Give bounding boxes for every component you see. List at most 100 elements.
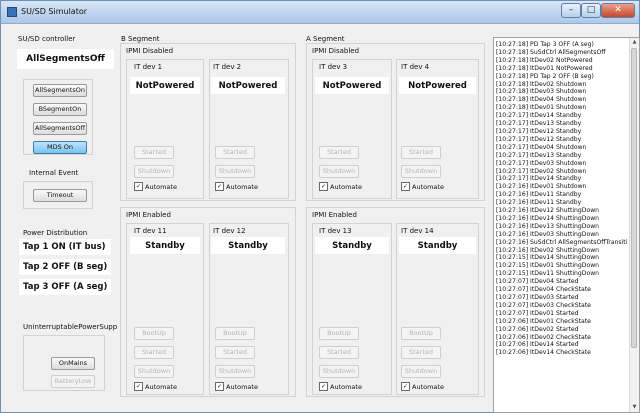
log-line: [10:27:07] ItDev01 Started	[496, 309, 579, 317]
log-line: [10:27:18] ItDev02 Shutdown	[496, 80, 587, 88]
app-icon	[7, 7, 17, 17]
log-line: [10:27:17] ItDev14 Standby	[496, 175, 582, 183]
timeout-button[interactable]: Timeout	[33, 189, 87, 202]
log-line: [10:27:07] ItDev03 Started	[496, 294, 579, 301]
log-line: [10:27:06] ItDev01 CheckState	[496, 317, 591, 325]
automate-label: Automate	[226, 382, 258, 391]
it-dev-13-started-button[interactable]: Started	[319, 346, 359, 359]
log-line: [10:27:18] SuSdCtrl AllSegmentsOff	[496, 48, 606, 56]
log-line: [10:27:17] ItDev12 Standby	[496, 127, 582, 135]
log-line: [10:27:16] ItDev01 Shutdown	[496, 183, 587, 191]
it-dev-11-state: Standby	[130, 237, 200, 254]
it-dev-2-automate-checkbox[interactable]: ✓ Automate	[215, 182, 258, 191]
close-icon[interactable]: ✕	[601, 3, 635, 18]
scroll-up-icon[interactable]: ▲	[630, 38, 639, 47]
log-line: [10:27:17] ItDev13 Standby	[496, 151, 582, 159]
it-dev-12-bootup-button[interactable]: BootUp	[215, 327, 255, 340]
it-dev-4-state: NotPowered	[399, 77, 476, 94]
checkbox-icon: ✓	[319, 182, 328, 191]
log-line: [10:27:18] ItDev03 Shutdown	[496, 88, 587, 96]
automate-label: Automate	[145, 182, 177, 191]
it-dev-1-shutdown-button[interactable]: Shutdown	[134, 165, 174, 178]
it-dev-11-bootup-button[interactable]: BootUp	[134, 327, 174, 340]
log-line: [10:27:17] ItDev02 Shutdown	[496, 167, 587, 175]
maximize-icon[interactable]: □	[581, 3, 601, 18]
automate-label: Automate	[145, 382, 177, 391]
scroll-down-icon[interactable]: ▼	[630, 403, 639, 412]
automate-label: Automate	[412, 182, 444, 191]
log-scrollbar[interactable]: ▲ ▼	[629, 38, 639, 412]
log-line: [10:27:18] ItDev01 Shutdown	[496, 104, 587, 112]
log-line: [10:27:06] ItDev14 CheckState	[496, 349, 591, 357]
window-title: SU/SD Simulator	[21, 7, 88, 16]
it-dev-12-automate-checkbox[interactable]: ✓ Automate	[215, 382, 258, 391]
it-dev-2-shutdown-button[interactable]: Shutdown	[215, 165, 255, 178]
it-dev-13-bootup-button[interactable]: BootUp	[319, 327, 359, 340]
it-dev-14-started-button[interactable]: Started	[401, 346, 441, 359]
it-dev-13-name: IT dev 13	[319, 227, 352, 235]
it-dev-12-name: IT dev 12	[213, 227, 246, 235]
it-dev-4-started-button[interactable]: Started	[401, 146, 441, 159]
it-dev-3-started-button[interactable]: Started	[319, 146, 359, 159]
ups-title: UninterruptablePowerSupp	[23, 323, 118, 331]
it-dev-3-automate-checkbox[interactable]: ✓ Automate	[319, 182, 362, 191]
tap-3-status: Tap 3 OFF (A seg)	[19, 279, 111, 295]
it-dev-12-shutdown-button[interactable]: Shutdown	[215, 365, 255, 378]
it-dev-3-name: IT dev 3	[319, 63, 348, 71]
it-dev-4-shutdown-button[interactable]: Shutdown	[401, 165, 441, 178]
it-dev-3-shutdown-button[interactable]: Shutdown	[319, 165, 359, 178]
b-segment-on-button[interactable]: BSegmentOn	[33, 103, 87, 116]
it-dev-13-automate-checkbox[interactable]: ✓ Automate	[319, 382, 362, 391]
internal-event-label: Internal Event	[29, 169, 79, 177]
log-line: [10:27:07] ItDev03 CheckState	[496, 301, 591, 309]
it-dev-14-shutdown-button[interactable]: Shutdown	[401, 365, 441, 378]
all-segments-on-button[interactable]: AllSegmentsOn	[33, 84, 87, 97]
automate-label: Automate	[226, 182, 258, 191]
battery-low-button[interactable]: BatteryLow	[51, 375, 95, 388]
log-line: [10:27:15] ItDev11 ShuttingDown	[496, 270, 600, 278]
it-dev-1-state: NotPowered	[130, 77, 200, 94]
it-dev-12-started-button[interactable]: Started	[215, 346, 255, 359]
it-dev-13-shutdown-button[interactable]: Shutdown	[319, 365, 359, 378]
scroll-thumb[interactable]	[631, 48, 637, 348]
it-dev-14-bootup-button[interactable]: BootUp	[401, 327, 441, 340]
on-mains-button[interactable]: OnMains	[51, 357, 95, 370]
checkbox-icon: ✓	[215, 182, 224, 191]
it-dev-14-state: Standby	[399, 237, 476, 254]
automate-label: Automate	[412, 382, 444, 391]
it-dev-11-started-button[interactable]: Started	[134, 346, 174, 359]
log-line: [10:27:07] ItDev04 Started	[496, 278, 579, 286]
log-line: [10:27:18] ItDev02 NotPowered	[496, 56, 593, 64]
log-line: [10:27:16] SuSdCtrl AllSegmentsOffTransi…	[496, 238, 628, 246]
all-segments-off-button[interactable]: AllSegmentsOff	[33, 122, 87, 135]
log-line: [10:27:16] ItDev13 ShuttingDown	[496, 222, 600, 230]
it-dev-4-name: IT dev 4	[401, 63, 430, 71]
it-dev-11-shutdown-button[interactable]: Shutdown	[134, 365, 174, 378]
b-segment-title: B Segment	[121, 35, 160, 43]
it-dev-1-automate-checkbox[interactable]: ✓ Automate	[134, 182, 177, 191]
minimize-icon[interactable]: –	[561, 3, 581, 18]
log-line: [10:27:17] ItDev14 Standby	[496, 112, 582, 120]
log-line: [10:27:16] ItDev02 ShuttingDown	[496, 246, 600, 254]
it-dev-2-name: IT dev 2	[213, 63, 242, 71]
log-line: [10:27:18] ItDev04 Shutdown	[496, 96, 587, 104]
it-dev-1-started-button[interactable]: Started	[134, 146, 174, 159]
automate-label: Automate	[330, 382, 362, 391]
it-dev-11-automate-checkbox[interactable]: ✓ Automate	[134, 382, 177, 391]
it-dev-12-state: Standby	[211, 237, 285, 254]
it-dev-13-state: Standby	[315, 237, 389, 254]
it-dev-4-automate-checkbox[interactable]: ✓ Automate	[401, 182, 444, 191]
log-line: [10:27:17] ItDev13 Standby	[496, 120, 582, 128]
log-line: [10:27:07] ItDev04 CheckState	[496, 286, 591, 294]
checkbox-icon: ✓	[319, 382, 328, 391]
log-line: [10:27:06] ItDev02 Started	[496, 325, 579, 333]
title-bar: SU/SD Simulator – □ ✕	[1, 1, 639, 24]
it-dev-2-started-button[interactable]: Started	[215, 146, 255, 159]
log-line: [10:27:17] ItDev03 Shutdown	[496, 159, 587, 167]
it-dev-2-state: NotPowered	[211, 77, 285, 94]
mds-on-button[interactable]: MDS On	[33, 141, 87, 154]
a-ipmi-disabled-title: IPMI Disabled	[312, 47, 360, 55]
event-log[interactable]: [10:27:18] PD Tap 3 OFF (A seg) [10:27:18…	[493, 37, 640, 413]
it-dev-14-automate-checkbox[interactable]: ✓ Automate	[401, 382, 444, 391]
checkbox-icon: ✓	[401, 182, 410, 191]
